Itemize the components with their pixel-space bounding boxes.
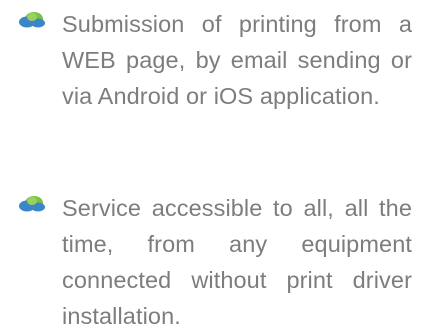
feature-list: Submission of printing from a WEB page, … [0,0,430,329]
feature-text: Submission of printing from a WEB page, … [62,11,412,109]
cloud-icon [19,12,45,28]
cloud-icon [19,196,45,212]
feature-text: Service accessible to all, all the time,… [62,195,412,329]
